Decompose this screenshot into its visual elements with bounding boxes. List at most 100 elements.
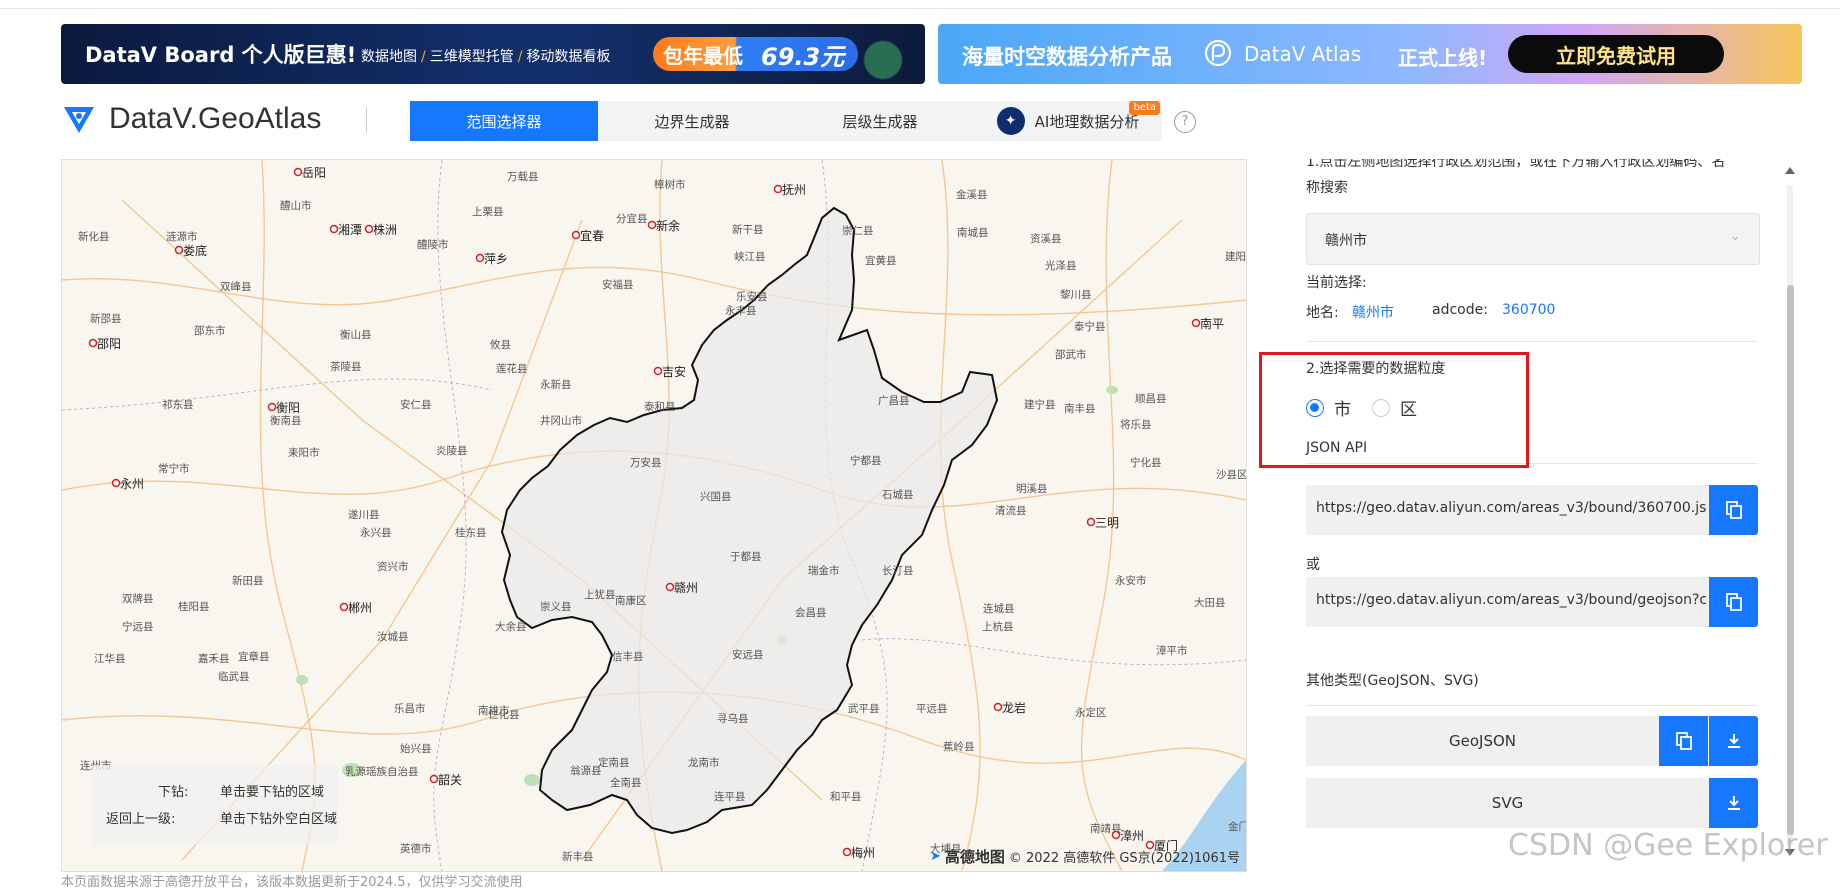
map-place-label: 英德市 [400,842,432,855]
scroll-up-arrow-icon[interactable] [1785,167,1795,174]
tab-range-selector[interactable]: 范围选择器 [410,101,598,141]
map-place-label: 赣州 [674,581,698,595]
map-place-label: 新干县 [732,223,764,236]
map-place-label: 衡山县 [340,329,372,341]
copy-url-1-button[interactable] [1709,485,1758,535]
api-url-1: https://geo.datav.aliyun.com/areas_v3/bo… [1316,500,1706,516]
ai-sparkle-icon: ✦ [996,107,1025,135]
city-marker-icon [174,245,184,255]
map-place-label: 全南县 [610,776,642,789]
city-marker-icon [339,602,349,612]
map-place-label: 炎陵县 [436,445,468,457]
map-place-label: 万安县 [630,456,662,469]
map-place-label: 将乐县 [1120,419,1152,431]
scroll-thumb[interactable] [1787,285,1794,835]
geoatlas-logo-icon [64,107,94,133]
geojson-label[interactable]: GeoJSON [1306,716,1659,766]
promo-banner-atlas[interactable]: 海量时空数据分析产品 DataV Atlas 正式上线! 立即免费试用 [938,24,1802,84]
copy-url-2-button[interactable] [1709,577,1758,627]
map-place-label: 龙南市 [688,756,720,769]
map-place-label: 万载县 [507,171,539,183]
download-svg-button[interactable] [1709,778,1758,828]
map-place-label: 资溪县 [1030,233,1062,245]
map-place-label: 祁东县 [162,398,194,411]
tab-label: 层级生成器 [842,112,918,131]
map-place-label: 南康区 [615,594,647,607]
map-place-label: 光泽县 [1045,259,1077,272]
map-place-label: 安仁县 [400,398,432,411]
map-place-label: 上犹县 [584,589,616,601]
section-divider [1306,341,1758,342]
map-place-label: 永兴县 [360,526,392,539]
city-marker-icon [647,220,657,230]
map-view[interactable]: 岳阳万载县樟树市抚州金溪县浦城醴山市上栗县分宜县新余新干县崇仁县南城县资溪县新化… [61,159,1247,872]
map-place-label: 双峰县 [220,281,252,293]
place-name-value[interactable]: 赣州市 [1352,302,1394,322]
map-place-label: 宁远县 [122,620,154,633]
tab-label: 边界生成器 [654,112,730,131]
map-place-label: 娄底 [183,243,207,258]
top-divider [0,8,1840,9]
map-place-label: 明溪县 [1016,483,1048,495]
map-place-label: 韶关 [438,772,462,787]
drill-down-label: 下钻: [158,785,189,800]
map-place-label: 邵武市 [1055,348,1087,361]
city-marker-icon [475,253,485,263]
region-select[interactable]: 赣州市 ⌄ [1306,213,1760,265]
map-place-label: 建宁县 [1024,398,1056,411]
tab-boundary-generator[interactable]: 边界生成器 [598,101,786,141]
map-place-label: 常宁市 [158,462,190,475]
site-logo[interactable]: DataV.GeoAtlas [61,101,321,137]
map-place-label: 新邵县 [90,312,122,325]
copy-geojson-button[interactable] [1659,716,1708,766]
map-place-label: 三明 [1095,516,1119,530]
map-place-label: 安远县 [732,648,764,661]
other-types-label: 其他类型(GeoJSON、SVG) [1306,673,1479,689]
tab-ai-analysis[interactable]: ✦ AI地理数据分析 beta [974,101,1162,141]
amap-arrow-icon: ➤ [929,849,941,864]
api-url-2: https://geo.datav.aliyun.com/areas_v3/bo… [1316,592,1706,608]
map-place-label: 永丰县 [725,304,757,317]
try-free-button[interactable]: 立即免费试用 [1508,35,1724,73]
map-place-label: 抚州 [782,183,806,197]
data-source-footnote: 本页面数据来源于高德开放平台，该版本数据更新于2024.5，仅供学习交流使用 [61,875,523,890]
map-place-label: 始兴县 [400,742,432,755]
map-place-label: 清流县 [995,504,1027,517]
map-place-label: 兴国县 [700,491,732,503]
map-place-label: 邵阳 [97,337,121,351]
download-geojson-button[interactable] [1709,716,1758,766]
map-place-label: 会昌县 [795,606,827,619]
map-place-label: 乐安县 [736,290,768,303]
map-place-label: 耒阳市 [288,446,320,459]
adcode-label: adcode: [1432,302,1488,318]
map-place-label: 永定区 [1075,706,1107,719]
map-place-label: 上栗县 [472,206,504,218]
download-icon [1727,734,1740,748]
atlas-online: 正式上线! [1398,46,1488,70]
map-place-label: 吉安 [662,364,686,379]
map-place-label: 嘉禾县 [198,652,230,665]
city-marker-icon [267,402,277,412]
api-url-field-1[interactable]: https://geo.datav.aliyun.com/areas_v3/bo… [1306,485,1758,535]
city-marker-icon [1086,517,1096,527]
tab-level-generator[interactable]: 层级生成器 [786,101,974,141]
adcode-value[interactable]: 360700 [1502,302,1555,318]
map-place-label: 上杭县 [982,620,1014,633]
promo-banner-board[interactable]: DataV Board 个人版巨惠! 数据地图 / 三维模型托管 / 移动数据看板 包年… [61,24,925,84]
svg-label[interactable]: SVG [1306,778,1709,828]
api-url-field-2[interactable]: https://geo.datav.aliyun.com/areas_v3/bo… [1306,577,1758,627]
map-place-label: 乐昌市 [394,702,426,715]
map-place-label: 黎川县 [1060,288,1092,301]
map-place-label: 遂川县 [348,508,380,521]
map-place-label: 新丰县 [562,850,594,863]
map-place-label: 翁源县 [570,764,602,777]
map-place-label: 茶陵县 [330,360,362,373]
map-place-label: 汝城县 [377,630,409,643]
drilldown-help-box: 下钻: 单击要下钻的区域 返回上一级: 单击下钻外空白区域 [92,765,338,845]
city-marker-icon [329,224,339,234]
map-place-label: 宜章县 [238,650,270,663]
map-place-label: 井冈山市 [540,414,582,427]
csdn-watermark: CSDN @Gee Explorer [1508,828,1828,863]
panel-scrollbar[interactable] [1783,163,1797,861]
help-icon[interactable]: ? [1174,111,1196,133]
